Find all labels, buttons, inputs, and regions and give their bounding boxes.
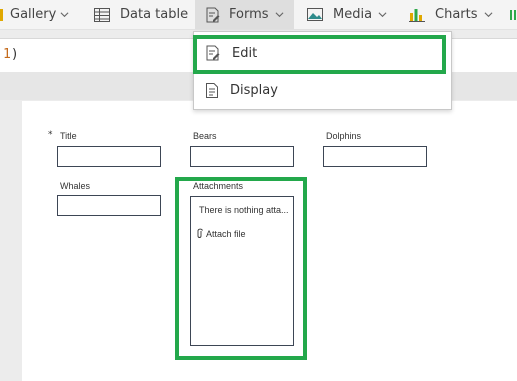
chevron-down-icon [275,12,284,18]
bears-input[interactable] [190,146,294,167]
menu-item-display-label: Display [230,82,278,98]
ribbon-label-data-table: Data table [120,7,189,22]
gallery-icon [0,8,3,21]
field-label-bears: Bears [193,131,217,141]
chevron-down-icon [378,12,387,18]
display-form-icon [206,82,218,98]
form-icon [206,7,220,22]
required-asterisk: * [48,130,53,140]
edit-highlight [193,35,446,74]
chevron-down-icon [484,12,492,18]
more-icon [510,9,516,20]
title-input[interactable] [57,146,161,167]
formula-number: 1 [3,47,11,62]
chevron-down-icon [60,12,69,18]
whales-input[interactable] [57,195,161,216]
ribbon-label-forms: Forms [229,7,269,22]
attachments-highlight [175,177,307,360]
table-icon [94,7,110,22]
insert-ribbon: Gallery Data table Forms Media Charts [0,0,517,30]
ribbon-item-charts[interactable]: Charts [409,0,493,29]
formula-text[interactable]: 1) [3,47,19,62]
ribbon-item-data-table[interactable]: Data table [94,0,188,29]
field-label-dolphins: Dolphins [326,131,362,141]
formula-paren: ) [10,47,19,62]
ribbon-item-more[interactable] [508,0,517,29]
ribbon-label-gallery: Gallery [10,7,57,22]
ribbon-item-media[interactable]: Media [307,0,387,29]
ribbon-label-media: Media [333,7,373,22]
dolphins-input[interactable] [323,146,427,167]
menu-item-display[interactable]: Display [194,72,451,108]
image-icon [307,8,323,21]
ribbon-item-forms[interactable]: Forms [195,0,294,29]
ribbon-item-gallery[interactable]: Gallery [0,0,69,29]
ribbon-label-charts: Charts [435,7,478,22]
field-label-title: Title [60,131,77,141]
field-label-whales: Whales [60,181,91,191]
chart-icon [409,8,425,22]
